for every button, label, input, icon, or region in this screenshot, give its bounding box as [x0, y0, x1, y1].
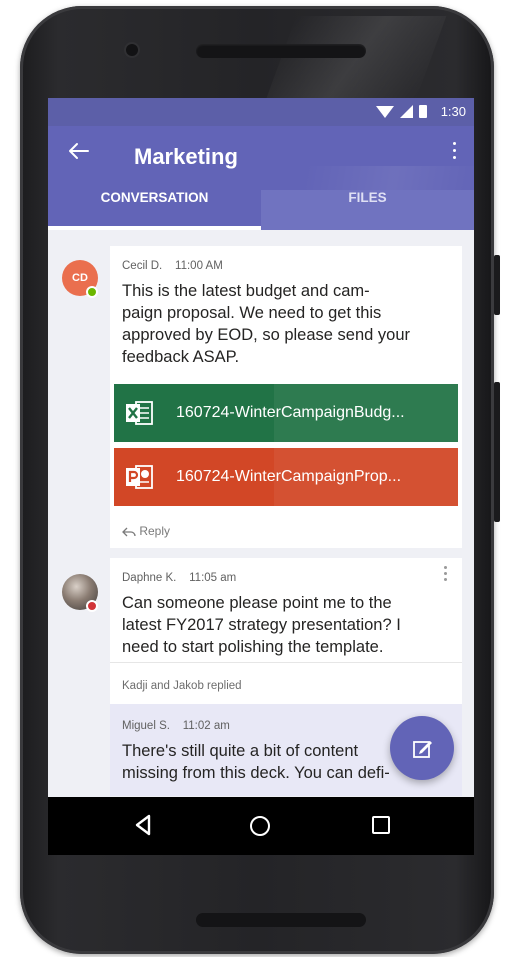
attachment-excel[interactable]: 160724-WinterCampaignBudg... [114, 384, 458, 442]
nav-recents-icon[interactable] [372, 816, 390, 834]
system-nav-bar [48, 797, 474, 855]
power-button [494, 255, 500, 315]
front-camera [126, 44, 138, 56]
status-time: 1:30 [440, 104, 466, 119]
presence-busy-icon [86, 600, 98, 612]
message-line: need to start polishing the template. [122, 638, 384, 656]
reply-label: Reply [139, 524, 171, 538]
message-meta: Cecil D. 11:00 AM [122, 260, 223, 272]
message-body: Can someone please point me to the lates… [122, 592, 456, 658]
message-time: 11:00 AM [175, 260, 223, 272]
nav-home-icon[interactable] [250, 816, 270, 836]
tab-conversation[interactable]: CONVERSATION [48, 190, 261, 230]
message-line: This is the latest budget and cam- [122, 282, 370, 300]
status-icons: 1:30 [375, 104, 466, 119]
message-author: Cecil D. [122, 260, 163, 272]
attachment-name: 160724-WinterCampaignBudg... [176, 404, 405, 421]
status-bar: 1:30 [48, 98, 474, 126]
message-meta: Miguel S. 11:02 am [122, 720, 230, 732]
message-line: latest FY2017 strategy presentation? I [122, 616, 401, 634]
reply-icon [122, 527, 136, 537]
message-line: approved by EOD, so please send your [122, 326, 411, 344]
more-vertical-icon[interactable] [444, 566, 448, 584]
cell-signal-icon [399, 105, 413, 118]
back-arrow-icon[interactable] [66, 138, 92, 164]
message-author: Miguel S. [122, 720, 170, 732]
reply-button[interactable]: Reply [122, 524, 170, 538]
tab-files[interactable]: FILES [261, 190, 474, 230]
bottom-speaker [196, 913, 366, 927]
phone-screen: 1:30 Marketing CONVERSATION FILES CD Cec… [48, 98, 474, 855]
phone-highlight [263, 16, 447, 106]
conversation-feed[interactable]: CD Cecil D. 11:00 AM This is the latest … [48, 230, 474, 797]
message-line: paign proposal. We need to get this [122, 304, 382, 322]
attachment-powerpoint[interactable]: 160724-WinterCampaignProp... [114, 448, 458, 506]
message-body: This is the latest budget and cam- paign… [122, 280, 456, 368]
more-vertical-icon[interactable] [452, 142, 458, 164]
compose-button[interactable] [390, 716, 454, 780]
top-speaker [196, 44, 366, 58]
wifi-icon [375, 105, 394, 118]
replies-summary[interactable]: Kadji and Jakob replied [122, 680, 242, 692]
message-line: Can someone please point me to the [122, 594, 392, 612]
divider [110, 662, 462, 663]
message-card: Cecil D. 11:00 AM This is the latest bud… [110, 246, 462, 548]
message-author: Daphne K. [122, 572, 177, 584]
volume-button [494, 382, 500, 522]
app-bar: Marketing CONVERSATION FILES [48, 126, 474, 230]
message-line: feedback ASAP. [122, 348, 240, 366]
attachment-name: 160724-WinterCampaignProp... [176, 468, 402, 485]
presence-online-icon [86, 286, 98, 298]
nav-back-icon[interactable] [134, 814, 152, 836]
excel-icon [126, 401, 153, 425]
powerpoint-icon [126, 465, 153, 489]
compose-icon [413, 741, 432, 758]
battery-icon [418, 105, 427, 118]
message-meta: Daphne K. 11:05 am [122, 572, 236, 584]
message-time: 11:02 am [182, 720, 230, 732]
channel-title: Marketing [134, 144, 238, 169]
message-time: 11:05 am [189, 572, 237, 584]
